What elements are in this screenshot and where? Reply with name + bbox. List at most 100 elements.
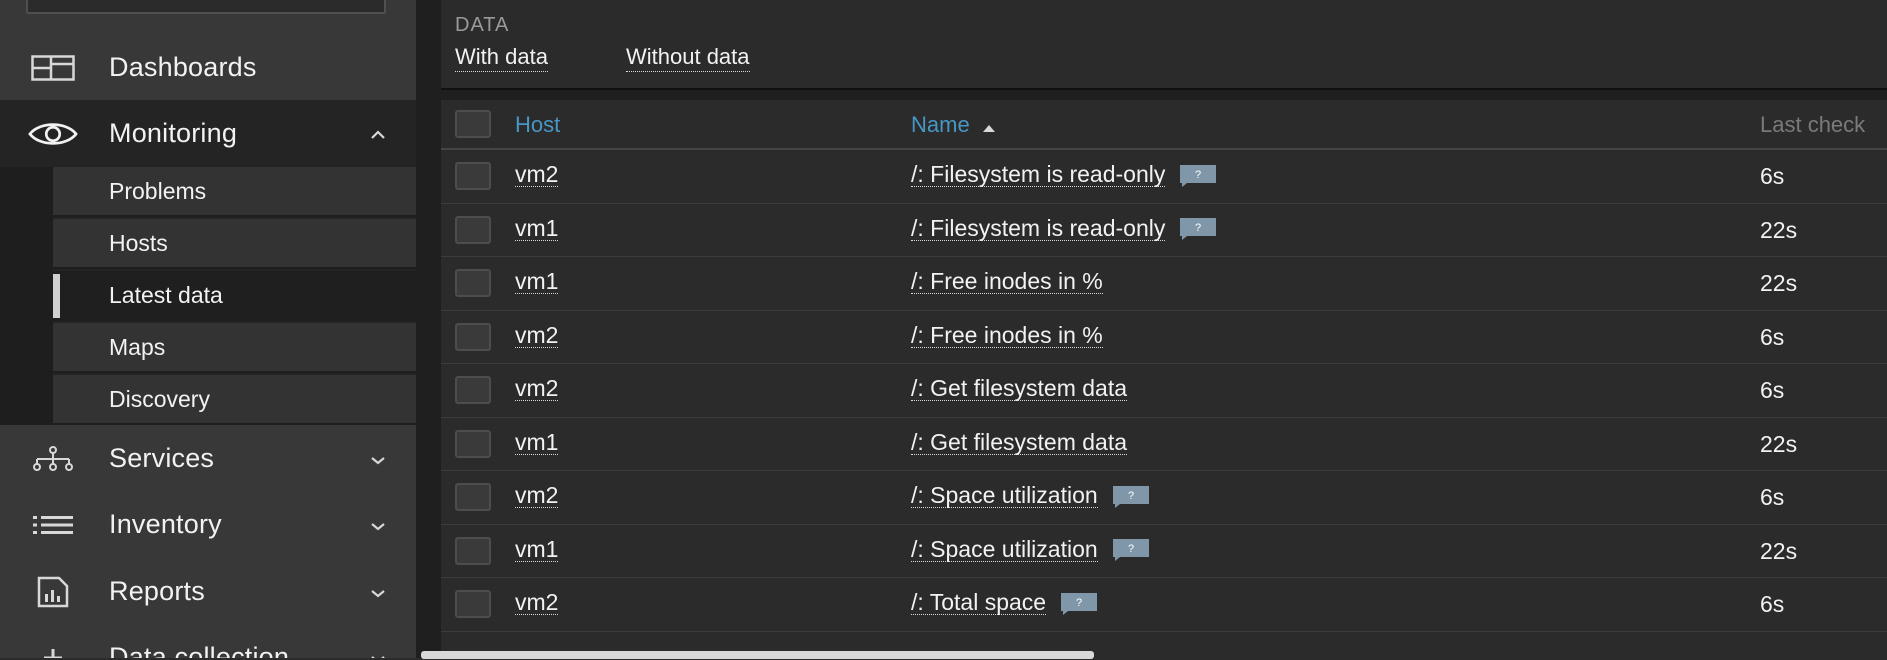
host-link[interactable]: vm2 <box>515 323 559 348</box>
sidebar: Dashboards Monitoring Problems Hosts Lat… <box>0 0 416 658</box>
plus-icon <box>28 638 78 658</box>
column-header-last-check[interactable]: Last check <box>1760 112 1887 138</box>
menu-item-services[interactable]: Services <box>0 425 416 492</box>
host-link[interactable]: vm1 <box>515 216 559 241</box>
services-tree-icon <box>28 439 78 479</box>
description-hint-icon[interactable]: ? <box>1112 538 1150 561</box>
item-name-link[interactable]: /: Filesystem is read-only <box>911 216 1166 241</box>
column-header-name[interactable]: Name <box>911 112 970 137</box>
item-name-link[interactable]: /: Free inodes in % <box>911 269 1103 294</box>
host-link[interactable]: vm2 <box>515 483 559 508</box>
column-header-name-wrap[interactable]: Name <box>911 112 996 139</box>
host-link[interactable]: vm2 <box>515 590 559 615</box>
item-name-cell: /: Total space? <box>911 590 1098 615</box>
last-check-value: 6s <box>1760 323 1785 350</box>
chevron-up-icon[interactable] <box>370 128 386 140</box>
item-name-link[interactable]: /: Get filesystem data <box>911 376 1128 401</box>
main-content: DATA With data Without data Host Name La… <box>416 0 1887 660</box>
item-name-cell: /: Get filesystem data <box>911 376 1128 401</box>
item-name-cell: /: Filesystem is read-only? <box>911 216 1217 241</box>
row-checkbox[interactable] <box>455 429 491 458</box>
row-checkbox[interactable] <box>455 269 491 297</box>
description-hint-icon[interactable]: ? <box>1179 164 1217 187</box>
table-row: vm1 /: Space utilization? 22s <box>441 525 1887 578</box>
row-checkbox[interactable] <box>455 483 491 511</box>
menu-item-monitoring[interactable]: Monitoring <box>0 100 416 167</box>
row-checkbox[interactable] <box>455 376 491 404</box>
chevron-down-icon[interactable] <box>370 453 386 465</box>
submenu-item-label: Discovery <box>109 385 210 412</box>
table-row: vm1 /: Filesystem is read-only? 22s <box>441 204 1887 257</box>
row-checkbox[interactable] <box>455 162 491 190</box>
latest-data-table: Host Name Last check vm2 /: Filesystem is… <box>441 100 1887 660</box>
chevron-down-icon[interactable] <box>370 586 386 598</box>
last-check-value: 6s <box>1760 484 1785 510</box>
monitoring-submenu: Problems Hosts Latest data Maps Discover… <box>0 167 416 425</box>
submenu-rail <box>0 167 53 425</box>
menu-item-label: Data collection <box>109 642 290 658</box>
last-check-value: 6s <box>1760 377 1785 403</box>
host-link[interactable]: vm2 <box>515 162 559 187</box>
menu-item-label: Monitoring <box>109 118 238 148</box>
item-name-link[interactable]: /: Space utilization <box>911 483 1098 508</box>
menu-item-label: Services <box>109 443 215 473</box>
select-all-checkbox[interactable] <box>455 110 491 138</box>
menu-item-reports[interactable]: Reports <box>0 558 416 625</box>
description-badge-text: ? <box>1128 543 1134 555</box>
item-name-cell: /: Free inodes in % <box>911 269 1103 294</box>
column-header-host[interactable]: Host <box>515 112 560 138</box>
menu-item-label: Reports <box>109 576 205 606</box>
chevron-down-icon[interactable] <box>370 652 386 658</box>
submenu-item-label: Hosts <box>109 229 168 256</box>
host-link[interactable]: vm1 <box>515 537 559 562</box>
description-hint-icon[interactable]: ? <box>1112 485 1150 508</box>
item-name-cell: /: Get filesystem data <box>911 430 1128 455</box>
table-row: vm1 /: Free inodes in % 22s <box>441 257 1887 311</box>
description-badge-text: ? <box>1076 597 1082 609</box>
last-check-value: 22s <box>1760 430 1798 457</box>
submenu-item-discovery[interactable]: Discovery <box>53 375 416 425</box>
row-checkbox[interactable] <box>455 536 491 565</box>
table-row: vm2 /: Filesystem is read-only? 6s <box>441 150 1887 204</box>
menu-item-inventory[interactable]: Inventory <box>0 491 416 558</box>
item-name-link[interactable]: /: Get filesystem data <box>911 430 1128 455</box>
submenu-item-hosts[interactable]: Hosts <box>53 219 416 269</box>
menu-item-dashboards[interactable]: Dashboards <box>0 34 416 101</box>
menu-item-label: Inventory <box>109 509 222 539</box>
sort-ascending-icon <box>982 113 996 139</box>
eye-icon <box>28 114 78 154</box>
item-name-link[interactable]: /: Free inodes in % <box>911 323 1103 348</box>
last-check-value: 22s <box>1760 537 1798 564</box>
item-name-cell: /: Free inodes in % <box>911 323 1103 348</box>
host-link[interactable]: vm2 <box>515 376 559 401</box>
filter-without-data-link[interactable]: Without data <box>626 44 750 72</box>
report-chart-icon <box>28 572 78 612</box>
description-hint-icon[interactable]: ? <box>1179 217 1217 240</box>
description-badge-text: ? <box>1128 490 1134 502</box>
last-check-value: 22s <box>1760 270 1798 296</box>
submenu-item-maps[interactable]: Maps <box>53 323 416 373</box>
table-row: vm2 /: Space utilization? 6s <box>441 471 1887 525</box>
table-row: vm1 /: Get filesystem data 22s <box>441 418 1887 471</box>
item-name-cell: /: Space utilization? <box>911 537 1150 562</box>
table-header: Host Name Last check <box>441 100 1887 150</box>
table-row: vm2 /: Get filesystem data 6s <box>441 364 1887 418</box>
item-name-link[interactable]: /: Filesystem is read-only <box>911 162 1166 187</box>
host-link[interactable]: vm1 <box>515 269 559 294</box>
item-name-link[interactable]: /: Space utilization <box>911 537 1098 562</box>
item-name-link[interactable]: /: Total space <box>911 590 1047 615</box>
row-checkbox[interactable] <box>455 322 491 351</box>
menu-item-data-collection[interactable]: Data collection <box>0 624 416 658</box>
filter-with-data-link[interactable]: With data <box>455 44 548 72</box>
description-hint-icon[interactable]: ? <box>1060 592 1098 615</box>
row-checkbox[interactable] <box>455 590 491 618</box>
submenu-item-problems[interactable]: Problems <box>53 167 416 217</box>
host-link[interactable]: vm1 <box>515 430 559 455</box>
table-row: vm2 /: Total space? 6s <box>441 578 1887 632</box>
filter-panel: DATA With data Without data <box>441 0 1887 90</box>
chevron-down-icon[interactable] <box>370 519 386 531</box>
sidebar-search-input[interactable] <box>26 0 386 14</box>
submenu-item-latest-data[interactable]: Latest data <box>53 271 416 321</box>
row-checkbox[interactable] <box>455 215 491 244</box>
submenu-item-label: Problems <box>109 177 207 204</box>
